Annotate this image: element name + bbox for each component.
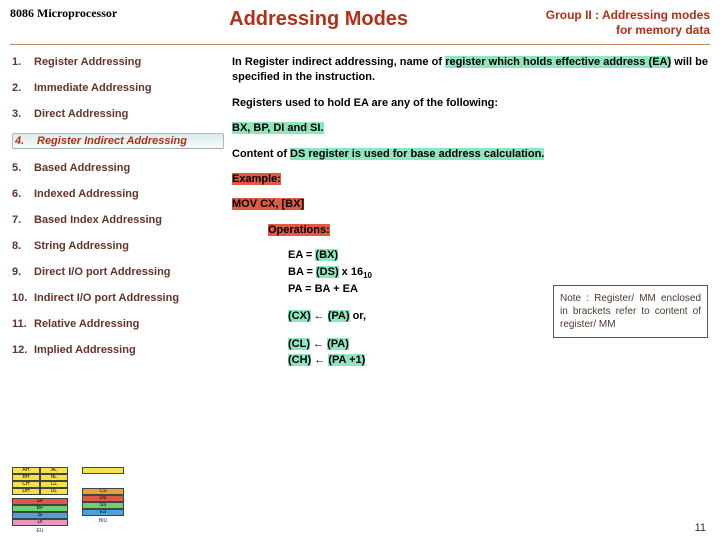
mode-item: 12.Implied Addressing <box>12 343 224 357</box>
mode-item: 9.Direct I/O port Addressing <box>12 265 224 279</box>
mode-label: String Addressing <box>34 240 129 252</box>
mode-number: 12. <box>12 344 34 356</box>
hl-pa3: (PA +1) <box>328 354 365 366</box>
t: or, <box>350 310 367 322</box>
mode-number: 5. <box>12 162 34 174</box>
para-definition: In Register indirect addressing, name of… <box>232 55 708 86</box>
logo-text: 8086 Microprocessor <box>10 4 117 21</box>
content-pane: In Register indirect addressing, name of… <box>232 55 708 369</box>
hl-ds: DS register is used for base address cal… <box>290 148 544 160</box>
hl-ch: (CH) <box>288 354 311 366</box>
mode-label: Implied Addressing <box>34 344 136 356</box>
modes-list: 1.Register Addressing 2.Immediate Address… <box>12 55 232 369</box>
mode-number: 2. <box>12 82 34 94</box>
mode-item: 8.String Addressing <box>12 239 224 253</box>
mode-number: 3. <box>12 108 34 120</box>
mode-number: 11. <box>12 318 34 330</box>
mode-label: Indirect I/O port Addressing <box>34 292 179 304</box>
mode-item: 4.Register Indirect Addressing <box>12 133 224 149</box>
mode-number: 1. <box>12 56 34 68</box>
mode-item: 3.Direct Addressing <box>12 107 224 121</box>
mode-label: Based Index Addressing <box>34 214 162 226</box>
t: Content of <box>232 148 290 160</box>
note-box: Note : Register/ MM enclosed in brackets… <box>553 285 708 338</box>
mode-label: Register Indirect Addressing <box>37 135 187 147</box>
mode-item: 10.Indirect I/O port Addressing <box>12 291 224 305</box>
arrow-icon: ← <box>311 354 328 366</box>
page-number: 11 <box>695 522 706 534</box>
hl-mov: MOV CX, [BX] <box>232 198 304 210</box>
t: x 16 <box>339 266 363 278</box>
biu-label: BIU <box>82 518 124 524</box>
eu-label: EU <box>12 528 68 534</box>
para-registers-intro: Registers used to hold EA are any of the… <box>232 96 708 111</box>
para-registers-list: BX, BP, DI and SI. <box>232 121 708 136</box>
mode-item: 1.Register Addressing <box>12 55 224 69</box>
divider <box>10 44 710 45</box>
mode-number: 6. <box>12 188 34 200</box>
mode-number: 10. <box>12 292 34 304</box>
sub: 10 <box>363 271 372 280</box>
t: In Register indirect addressing, name of <box>232 56 445 68</box>
mode-number: 7. <box>12 214 34 226</box>
t: BA = <box>288 266 316 278</box>
register-diagram: AHAL BHBL CHCL DHDL SP BP SI DI EU CS DS… <box>12 467 132 532</box>
hl-regs: BX, BP, DI and SI. <box>232 122 324 134</box>
mode-item: 6.Indexed Addressing <box>12 187 224 201</box>
page-title: Addressing Modes <box>117 4 520 31</box>
t: EA = <box>288 249 315 261</box>
operations-label: Operations: <box>232 223 708 238</box>
example-label: Example: <box>232 172 708 187</box>
mode-label: Direct Addressing <box>34 108 128 120</box>
hl-pa: (PA) <box>328 310 350 322</box>
hl-ops: Operations: <box>268 224 330 236</box>
mode-number: 4. <box>15 135 37 147</box>
mode-number: 8. <box>12 240 34 252</box>
para-ds: Content of DS register is used for base … <box>232 147 708 162</box>
mode-label: Immediate Addressing <box>34 82 152 94</box>
subtitle-line2: for memory data <box>616 23 710 37</box>
hl-pa2: (PA) <box>327 338 349 350</box>
mode-item: 11.Relative Addressing <box>12 317 224 331</box>
mode-label: Indexed Addressing <box>34 188 139 200</box>
hl-bx: (BX) <box>315 249 338 261</box>
mode-label: Register Addressing <box>34 56 141 68</box>
hl-example: Example: <box>232 173 281 185</box>
hl-cx: (CX) <box>288 310 311 322</box>
subtitle-line1: Group II : Addressing modes <box>546 8 710 22</box>
example-code: MOV CX, [BX] <box>232 197 708 212</box>
arrow-icon: ← <box>311 310 328 322</box>
mode-item: 7.Based Index Addressing <box>12 213 224 227</box>
mode-label: Relative Addressing <box>34 318 139 330</box>
mode-number: 9. <box>12 266 34 278</box>
hl-ds2: (DS) <box>316 266 339 278</box>
arrow-icon: ← <box>310 338 327 350</box>
mode-item: 2.Immediate Addressing <box>12 81 224 95</box>
hl-register-ea: register which holds effective address (… <box>445 56 671 68</box>
hl-cl: (CL) <box>288 338 310 350</box>
subtitle: Group II : Addressing modes for memory d… <box>520 4 710 38</box>
mode-item: 5.Based Addressing <box>12 161 224 175</box>
mode-label: Direct I/O port Addressing <box>34 266 171 278</box>
mode-label: Based Addressing <box>34 162 130 174</box>
